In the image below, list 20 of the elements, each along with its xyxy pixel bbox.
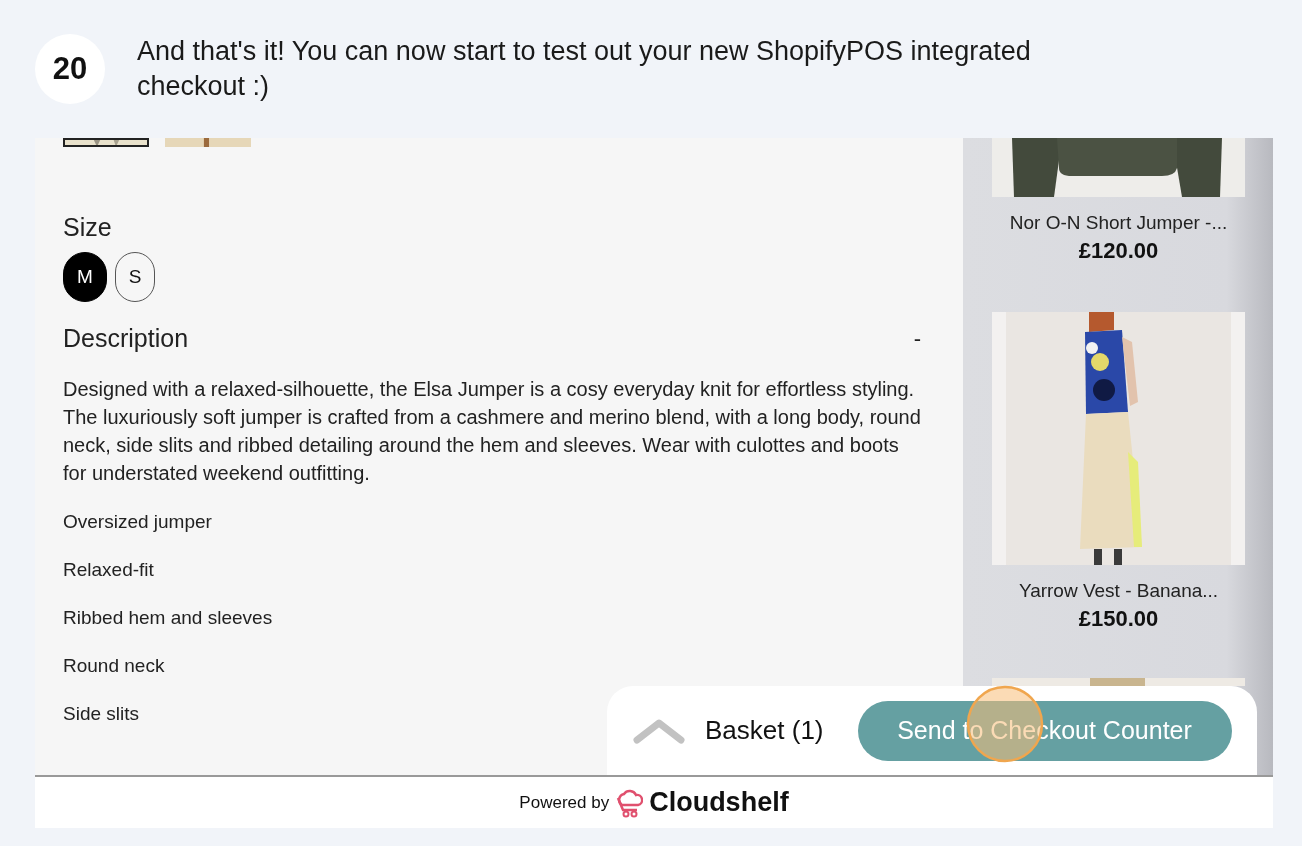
- feature-item: Ribbed hem and sleeves: [63, 606, 274, 630]
- step-number: 20: [35, 34, 105, 104]
- collapse-toggle[interactable]: -: [911, 325, 923, 352]
- description-text: Designed with a relaxed-silhouette, the Elsa Jumper is a cosy everyday knit for effortless styling. The luxuriously soft jumper is crafted from a cashmere and merino blend, with a long body, round neck, side slits and ribbed detailing around the hem and sleeves. Wear with culottes and boots for understated weekend outfitting.: [63, 377, 922, 486]
- feature-item: Round neck: [63, 654, 166, 678]
- feature-item: Relaxed-fit: [63, 558, 155, 582]
- step-text: And that's it! You can now start to test out your new ShopifyPOS integrated checkout :): [137, 35, 1032, 103]
- product-price: £120.00: [1078, 238, 1159, 264]
- feature-item: Side slits: [63, 702, 141, 726]
- product-price: £150.00: [1078, 606, 1159, 632]
- size-label: Size: [63, 213, 113, 242]
- basket-label[interactable]: Basket (1): [705, 715, 824, 746]
- description-heading: Description: [63, 324, 189, 353]
- product-name[interactable]: Nor O-N Short Jumper -...: [1009, 212, 1228, 234]
- size-option[interactable]: M: [63, 252, 107, 302]
- feature-item: Oversized jumper: [63, 510, 213, 534]
- brand-name: Cloudshelf: [649, 787, 789, 818]
- cloud-cart-icon: [615, 787, 644, 818]
- product-name[interactable]: Yarrow Vest - Banana...: [1018, 580, 1219, 602]
- powered-by-label: Powered by: [519, 792, 610, 813]
